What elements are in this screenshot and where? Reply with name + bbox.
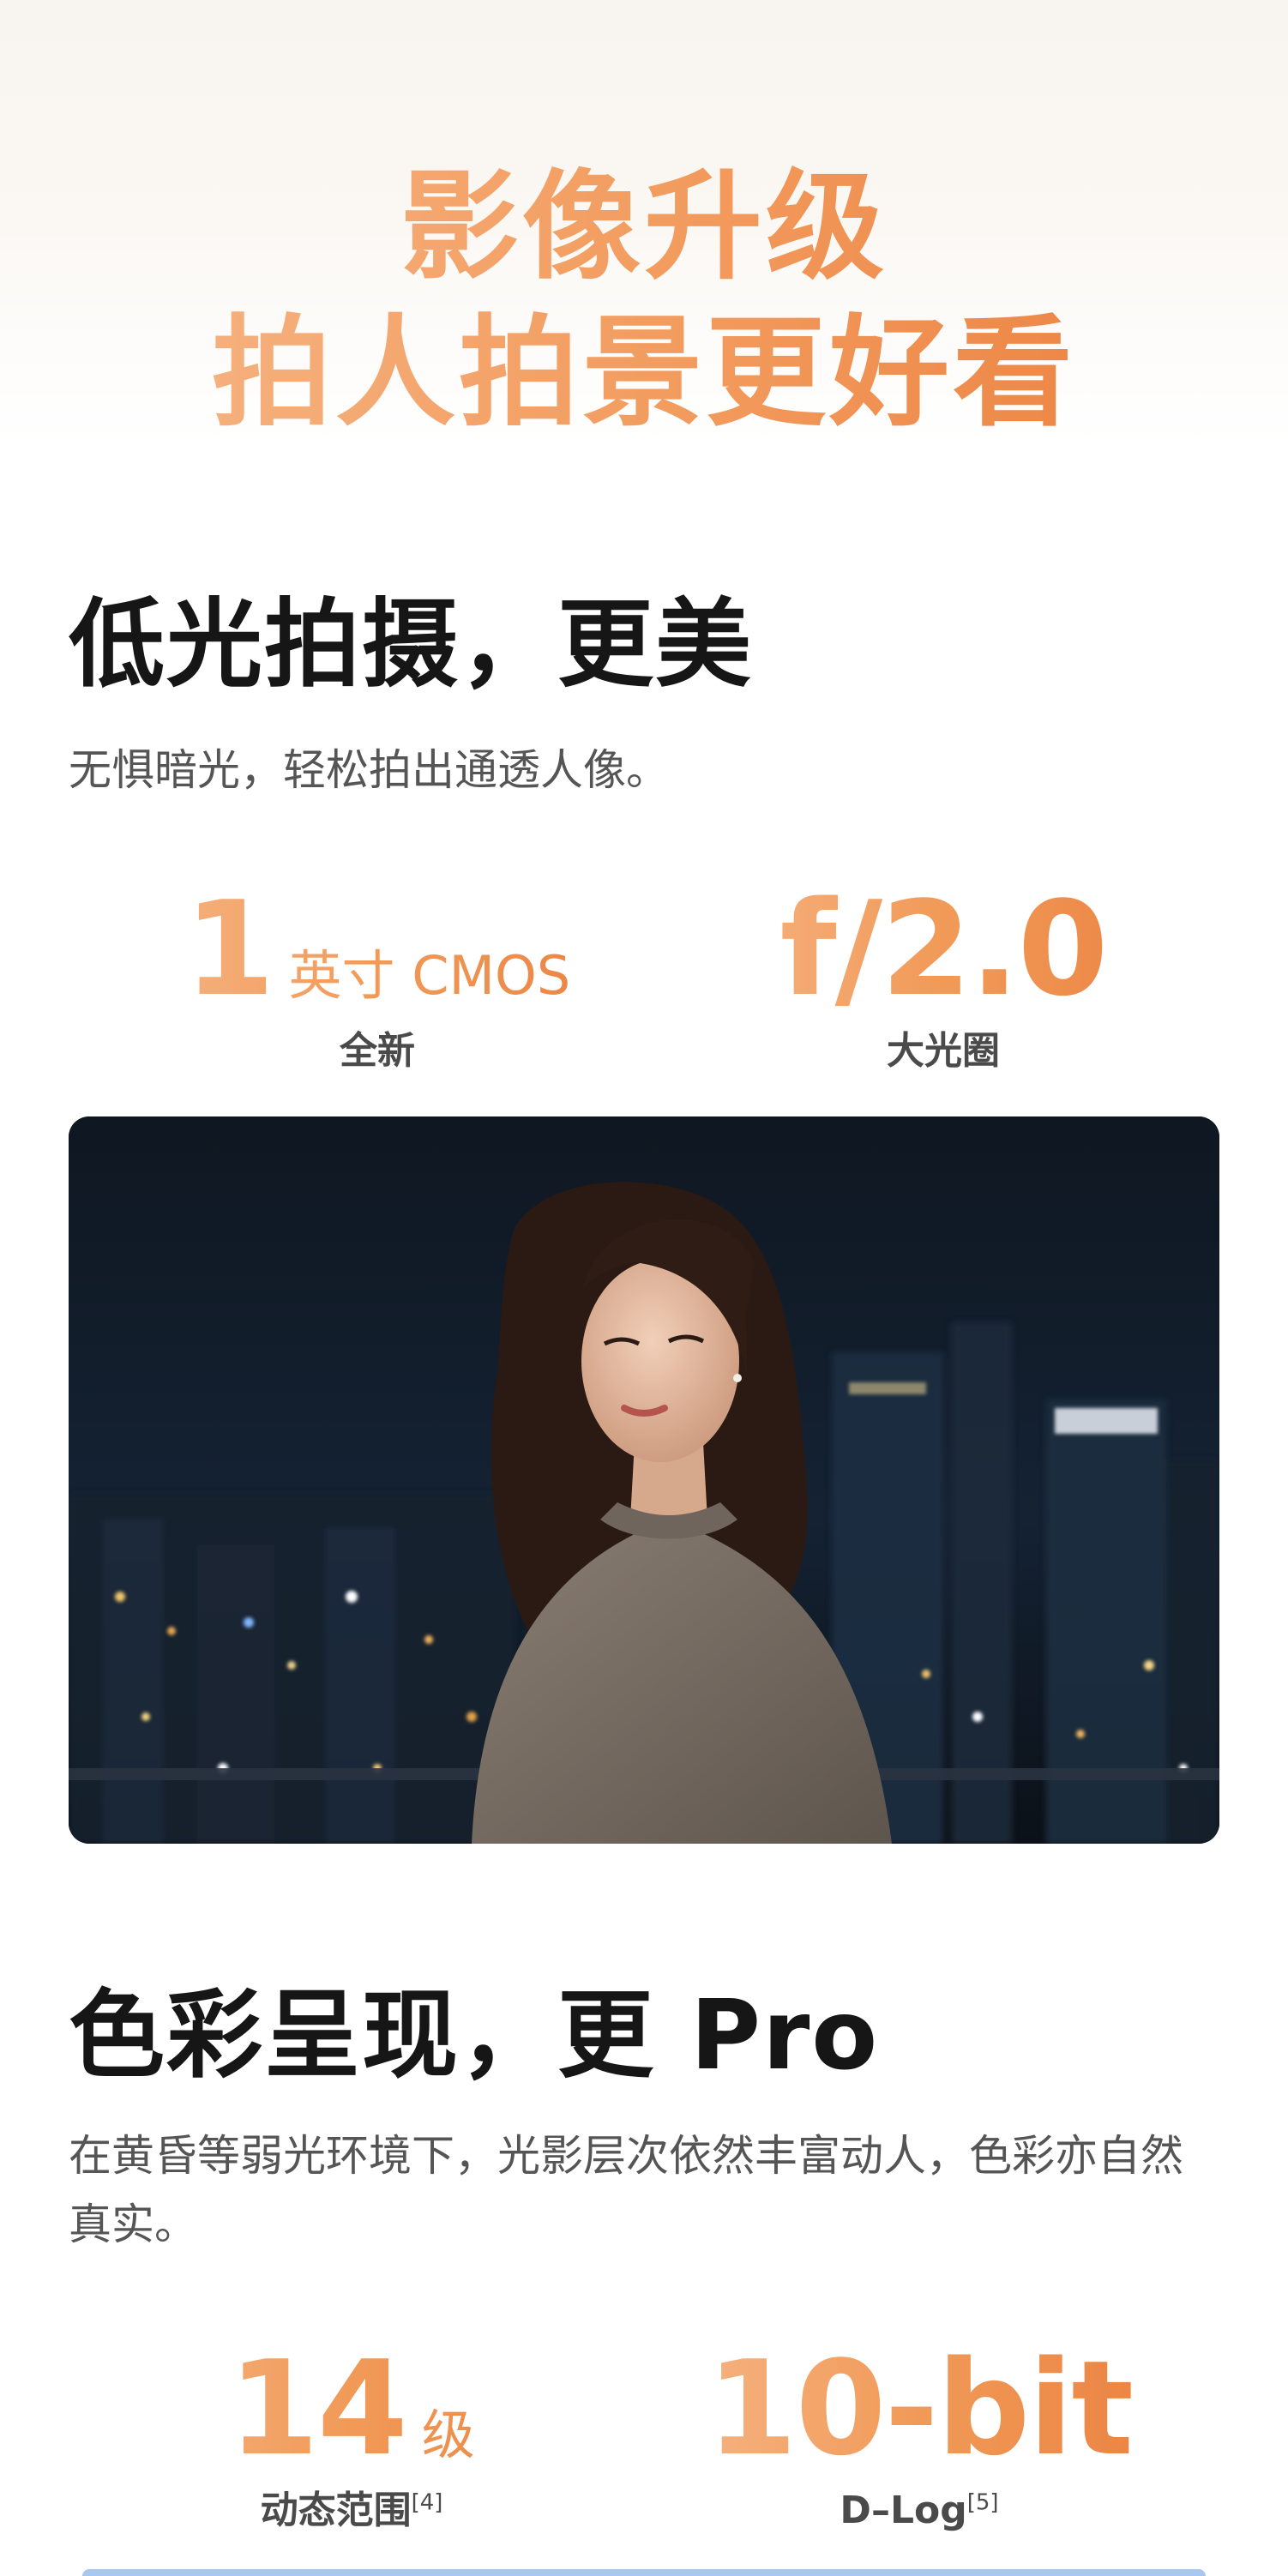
stat-aperture-value: f/2.0 (660, 876, 1226, 1022)
stat-aperture-label: 大光圈 (887, 1029, 1000, 1073)
stat-sensor-label: 全新 (340, 1029, 415, 1073)
hero-title-line2: 拍人拍景更好看 (0, 309, 1288, 439)
stat-aperture: f/2.0 大光圈 (660, 876, 1226, 1077)
stat-dynamic-range-unit: 级 (421, 2404, 475, 2466)
stat-bit-depth-label: D–Log[5] (636, 2485, 1202, 2537)
stat-aperture-number: f/2.0 (779, 873, 1107, 1025)
stat-bit-depth: 10-bit D–Log[5] (636, 2336, 1202, 2537)
next-card-edge (82, 2569, 1206, 2576)
stat-dynamic-range-label: 动态范围[4] (69, 2485, 635, 2537)
footnote-5: [5] (966, 2489, 999, 2516)
stat-bit-depth-text: D–Log (840, 2489, 967, 2532)
stat-sensor-number: 1 (184, 873, 274, 1025)
stat-dynamic-range-number: 14 (228, 2332, 406, 2484)
footnote-4: [4] (411, 2489, 443, 2516)
stat-dynamic-range: 14 级 动态范围[4] (69, 2336, 635, 2537)
portrait-illustration (69, 1116, 1219, 1844)
stat-bit-depth-number: 10-bit (706, 2332, 1133, 2484)
low-light-heading: 低光拍摄，更美 (69, 589, 753, 701)
hero-title-line1: 影像升级 (0, 163, 1288, 292)
portrait-night-photo (69, 1116, 1219, 1844)
stat-sensor-unit: 英寸 CMOS (288, 944, 571, 1007)
color-description: 在黄昏等弱光环境下，光影层次依然丰富动人，色彩亦自然真实。 (69, 2131, 1183, 2249)
stat-sensor-value: 1 英寸 CMOS (94, 876, 660, 1022)
color-heading: 色彩呈现，更 Pro (69, 1980, 880, 2091)
low-light-description: 无惧暗光，轻松拍出通透人像。 (69, 745, 669, 795)
stat-dynamic-range-text: 动态范围 (260, 2489, 412, 2532)
product-feature-page: 影像升级 拍人拍景更好看 低光拍摄，更美 无惧暗光，轻松拍出通透人像。 1 英寸… (0, 0, 1288, 2576)
stat-dynamic-range-value: 14 级 (69, 2336, 635, 2482)
stat-sensor-size: 1 英寸 CMOS 全新 (94, 876, 660, 1077)
stat-bit-depth-value: 10-bit (636, 2336, 1202, 2482)
